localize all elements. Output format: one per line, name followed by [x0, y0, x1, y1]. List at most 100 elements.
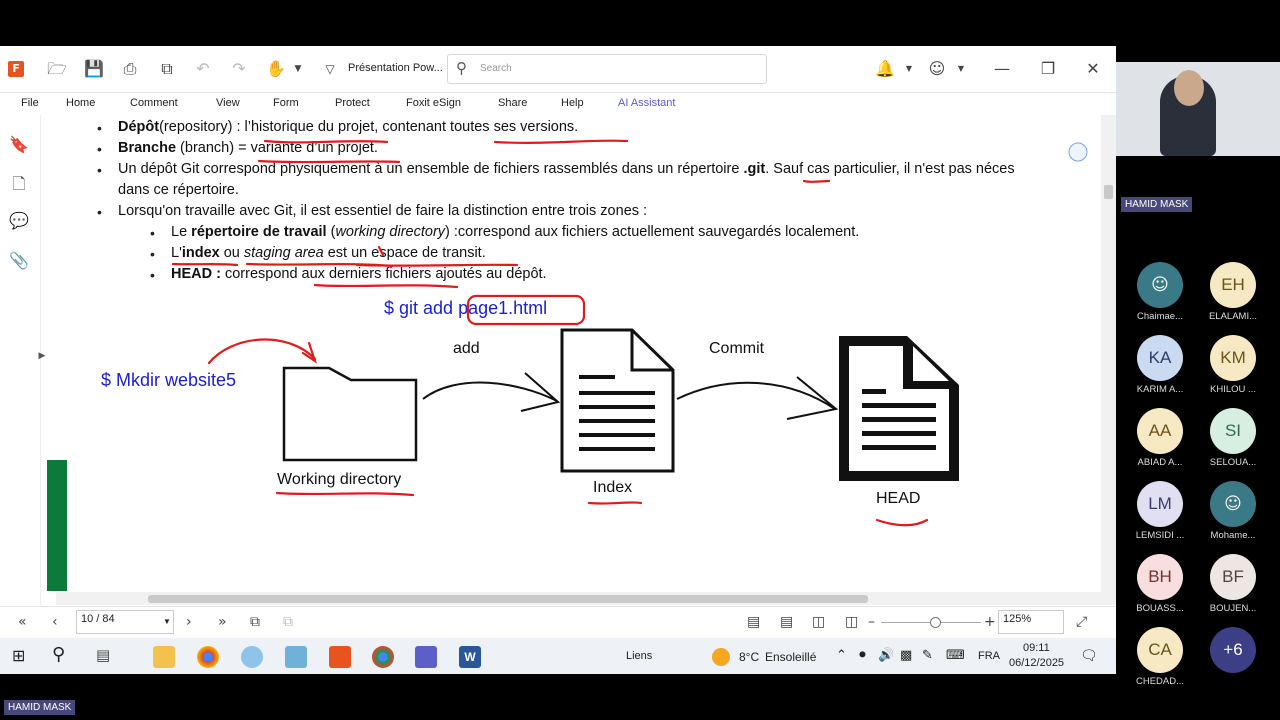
participant-avatar[interactable]: BH — [1137, 554, 1183, 600]
filter-icon[interactable]: ▽ — [320, 59, 340, 79]
clock-time[interactable]: 09:11 — [1023, 642, 1050, 654]
page-number: 10 / 84 — [81, 613, 115, 625]
copy-page-icon[interactable]: ⧉ — [250, 614, 260, 630]
clock-date[interactable]: 06/12/2025 — [1009, 657, 1064, 669]
search-input[interactable]: ⚲ Search — [447, 54, 767, 84]
fullscreen-icon[interactable]: ⤢ — [1076, 614, 1087, 630]
paste-page-icon[interactable]: ⧉ — [283, 614, 293, 630]
participant-avatar[interactable]: ☺ — [1137, 262, 1183, 308]
account-icon[interactable]: ☺ — [927, 59, 947, 79]
participant-name: KARIM A... — [1136, 384, 1184, 395]
page-number-input[interactable]: 10 / 84 ▼ — [76, 610, 174, 634]
bell-icon[interactable]: 🔔 — [875, 59, 895, 79]
participant-avatar[interactable]: SI — [1210, 408, 1256, 454]
weather-temp[interactable]: 8°C — [739, 650, 759, 664]
redo-icon[interactable]: ↷ — [229, 59, 249, 79]
chevron-down-icon[interactable]: ▼ — [288, 59, 308, 79]
menu-form[interactable]: Form — [273, 97, 299, 109]
search-icon: ⚲ — [456, 60, 467, 77]
print-icon[interactable]: ⎙ — [120, 59, 140, 79]
snipping-tool-icon[interactable] — [241, 646, 263, 668]
windows-start-icon[interactable]: ⊞ — [12, 646, 25, 665]
word-icon[interactable]: W — [459, 646, 481, 668]
task-view-icon[interactable]: ▤ — [96, 646, 110, 664]
facing-view-icon[interactable]: ◫ — [812, 614, 825, 630]
menu-foxit-esign[interactable]: Foxit eSign — [406, 97, 461, 109]
weather-text[interactable]: Ensoleillé — [765, 650, 816, 664]
links-toolbar[interactable]: Liens — [626, 650, 652, 662]
pen-icon[interactable]: ✎ — [922, 648, 933, 663]
file-explorer-icon[interactable] — [153, 646, 175, 668]
bookmark-icon[interactable]: 🔖 — [9, 135, 29, 155]
vertical-scrollbar[interactable] — [1101, 115, 1116, 605]
participant-avatar[interactable]: LM — [1137, 481, 1183, 527]
notification-icon[interactable]: 🗨 — [1080, 648, 1098, 664]
language-indicator[interactable]: FRA — [978, 650, 1000, 662]
participant-avatar[interactable]: CA — [1137, 627, 1183, 673]
participant-name: BOUASS... — [1136, 603, 1184, 614]
teams-icon[interactable] — [415, 646, 437, 668]
last-page-icon[interactable]: » — [218, 614, 227, 630]
participant-avatar[interactable]: KM — [1210, 335, 1256, 381]
participant-name: KHILOU ... — [1210, 384, 1256, 395]
vertical-scroll-thumb[interactable] — [1104, 185, 1113, 199]
sun-icon[interactable] — [712, 648, 730, 666]
export-icon[interactable]: ⧉ — [157, 59, 177, 79]
menu-home[interactable]: Home — [66, 97, 95, 109]
close-icon[interactable]: ✕ — [1083, 59, 1103, 79]
volume-icon[interactable]: 🔊 — [878, 648, 894, 663]
menu-view[interactable]: View — [216, 97, 240, 109]
chevron-up-icon[interactable]: ⌃ — [836, 648, 847, 663]
continuous-facing-icon[interactable]: ◫ — [845, 614, 858, 630]
zoom-slider-handle[interactable] — [930, 617, 941, 628]
zoom-input[interactable]: 125% — [998, 610, 1064, 634]
chevron-down-icon[interactable]: ▼ — [899, 59, 919, 79]
zoom-out-icon[interactable]: – — [868, 614, 875, 630]
participant-name: ABIAD A... — [1137, 457, 1183, 468]
previous-page-icon[interactable]: ‹ — [52, 614, 58, 630]
restore-icon[interactable]: ❐ — [1038, 59, 1058, 79]
participant-avatar[interactable]: KA — [1137, 335, 1183, 381]
hand-tool-icon[interactable]: ✋ — [266, 59, 286, 79]
pages-icon[interactable]: 🗋 — [9, 173, 29, 193]
menu-protect[interactable]: Protect — [335, 97, 370, 109]
menu-share[interactable]: Share — [498, 97, 527, 109]
first-page-icon[interactable]: « — [18, 614, 27, 630]
network-icon[interactable]: ▩ — [900, 648, 912, 663]
menu-comment[interactable]: Comment — [130, 97, 178, 109]
undo-icon[interactable]: ↶ — [193, 59, 213, 79]
minimize-icon[interactable]: — — [992, 59, 1012, 79]
open-folder-icon[interactable]: 🗁 — [47, 59, 67, 79]
presenter-name-badge: HAMID MASK — [1121, 197, 1193, 212]
diagram-graphics — [171, 139, 1088, 527]
foxit-taskbar-icon[interactable] — [329, 646, 351, 668]
participant-avatar[interactable]: ☺ — [1210, 481, 1256, 527]
chevron-down-icon[interactable]: ▼ — [163, 617, 171, 626]
chrome-icon[interactable] — [197, 646, 219, 668]
participant-avatar[interactable]: EH — [1210, 262, 1256, 308]
chrome-icon[interactable] — [372, 646, 394, 668]
continuous-view-icon[interactable]: ▤ — [780, 614, 793, 630]
chevron-down-icon[interactable]: ▼ — [951, 59, 971, 79]
keyboard-icon[interactable]: ⌨ — [946, 648, 965, 663]
save-icon[interactable]: 💾 — [84, 59, 104, 79]
menu-file[interactable]: File — [21, 97, 39, 109]
participant-avatar[interactable]: BF — [1210, 554, 1256, 600]
attachment-icon[interactable]: 📎 — [9, 251, 29, 271]
horizontal-scroll-thumb[interactable] — [148, 595, 868, 603]
participant-avatar[interactable]: AA — [1137, 408, 1183, 454]
comment-icon[interactable]: 💬 — [9, 211, 29, 231]
next-page-icon[interactable]: › — [186, 614, 192, 630]
zoom-in-icon[interactable]: + — [984, 614, 996, 630]
participant-avatar[interactable]: +6 — [1210, 627, 1256, 673]
page-assistant-icon[interactable] — [1068, 142, 1088, 162]
document-title[interactable]: Présentation Pow... — [348, 62, 443, 74]
single-page-view-icon[interactable]: ▤ — [747, 614, 760, 630]
search-icon[interactable]: ⚲ — [52, 644, 65, 665]
app-icon[interactable] — [285, 646, 307, 668]
presenter-video — [1116, 62, 1280, 156]
menu-help[interactable]: Help — [561, 97, 584, 109]
menu-ai-assistant[interactable]: AI Assistant — [618, 97, 675, 109]
horizontal-scrollbar[interactable] — [56, 592, 1101, 605]
microphone-icon[interactable]: ⚫ — [857, 648, 868, 663]
